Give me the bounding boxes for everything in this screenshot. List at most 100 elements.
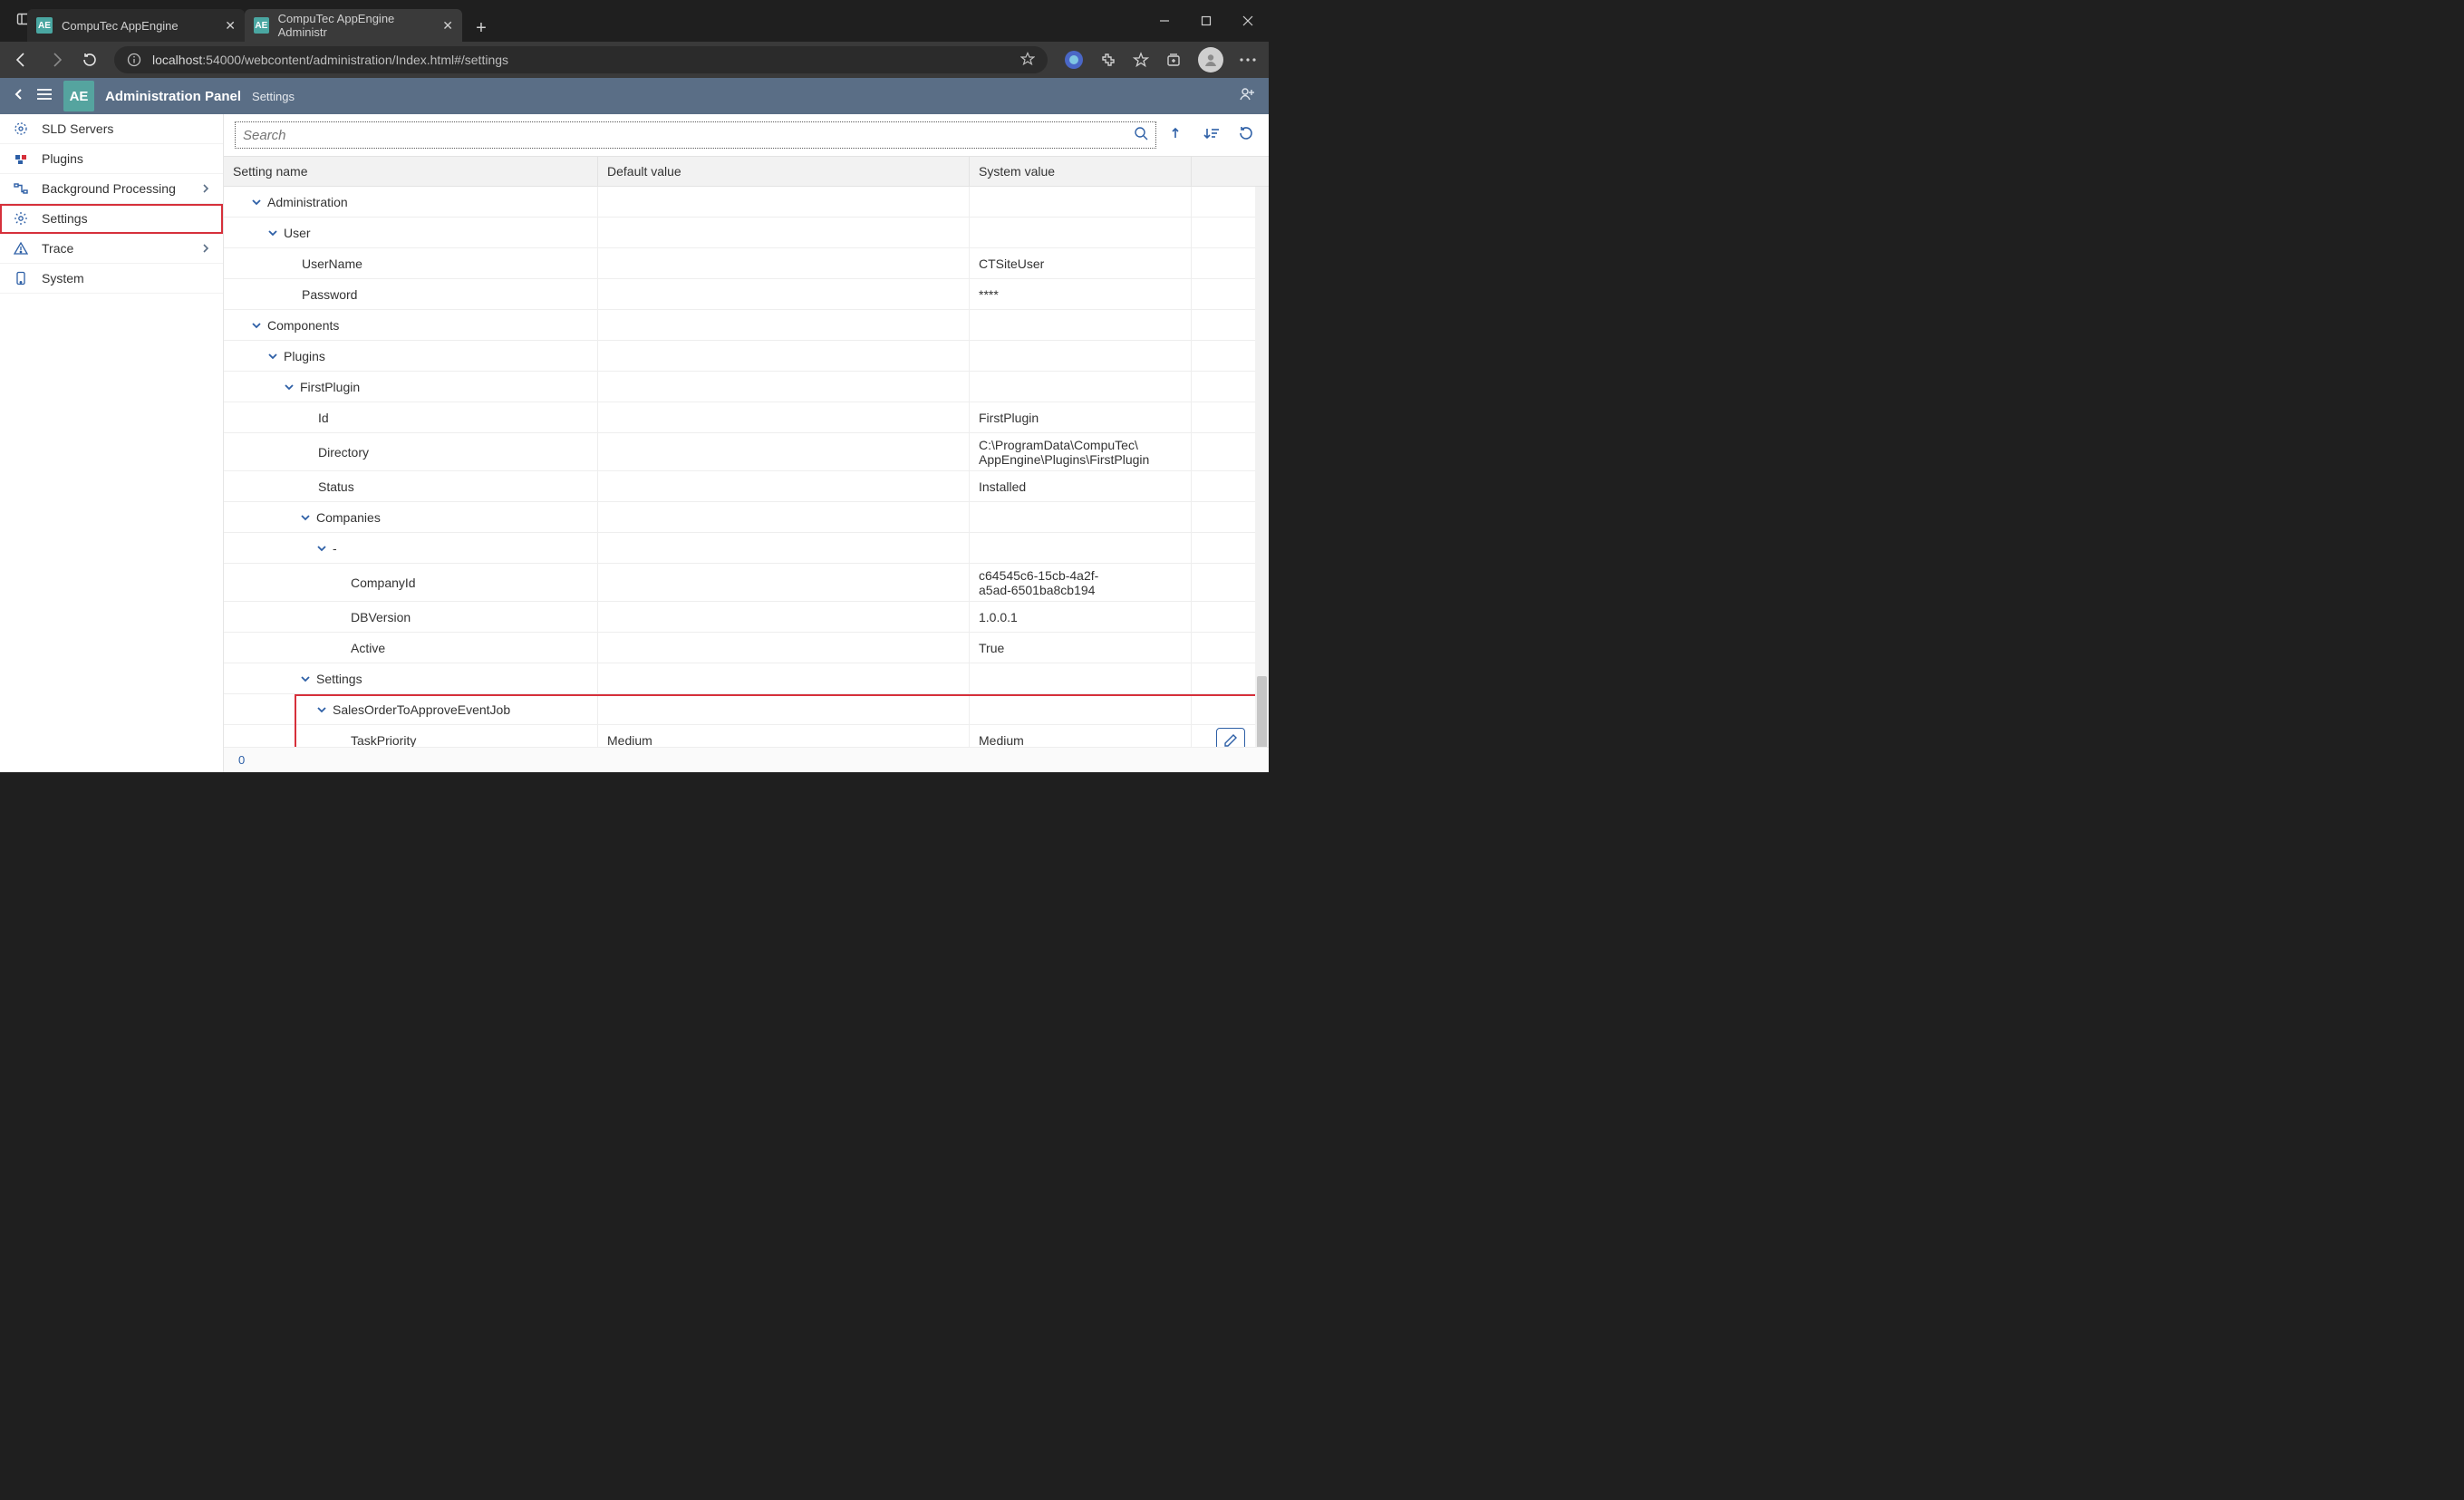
address-field[interactable]: localhost:54000/webcontent/administratio… — [114, 46, 1048, 73]
table-row[interactable]: DirectoryC:\ProgramData\CompuTec\AppEngi… — [224, 433, 1269, 471]
favorites-icon[interactable] — [1133, 52, 1149, 68]
system-value: a5ad-6501ba8cb194 — [979, 583, 1095, 597]
table-row[interactable]: Administration — [224, 187, 1269, 218]
group-label: User — [284, 226, 311, 240]
app-menu-button[interactable] — [36, 88, 53, 105]
chevron-down-icon[interactable] — [251, 320, 262, 331]
sidebar-item-label: Trace — [42, 241, 73, 256]
app-logo: AE — [63, 81, 94, 111]
table-row[interactable]: IdFirstPlugin — [224, 402, 1269, 433]
group-label: Administration — [267, 195, 348, 209]
col-header-system-value[interactable]: System value — [970, 157, 1192, 186]
setting-name: Password — [233, 287, 357, 302]
sidebar-item-label: Settings — [42, 211, 88, 226]
url-text: localhost:54000/webcontent/administratio… — [152, 53, 508, 67]
app-back-button[interactable] — [13, 88, 25, 105]
table-row[interactable]: UserNameCTSiteUser — [224, 248, 1269, 279]
sidebar-item-label: System — [42, 271, 84, 285]
group-label: - — [333, 541, 337, 556]
system-value: c64545c6-15cb-4a2f- — [979, 568, 1098, 583]
chevron-right-icon — [201, 181, 210, 196]
table-row[interactable]: Settings — [224, 663, 1269, 694]
chevron-right-icon — [201, 241, 210, 256]
col-header-setting-name[interactable]: Setting name — [224, 157, 598, 186]
setting-name: Id — [233, 411, 329, 425]
table-row[interactable]: - — [224, 533, 1269, 564]
window-close-button[interactable] — [1227, 0, 1269, 42]
profile-button[interactable] — [1198, 47, 1223, 73]
system-value: True — [979, 641, 1004, 655]
nav-forward-button[interactable] — [47, 51, 65, 69]
search-input[interactable] — [243, 128, 1134, 143]
table-row[interactable]: Plugins — [224, 341, 1269, 372]
sidebar-item-trace[interactable]: Trace — [0, 234, 223, 264]
chevron-down-icon[interactable] — [267, 351, 278, 362]
table-row[interactable]: Components — [224, 310, 1269, 341]
nav-refresh-button[interactable] — [82, 52, 98, 68]
collections-icon[interactable] — [1165, 52, 1182, 68]
table-row[interactable]: ActiveTrue — [224, 633, 1269, 663]
reload-button[interactable] — [1234, 121, 1258, 150]
sidebar-item-label: Background Processing — [42, 181, 176, 196]
favorite-icon[interactable] — [1020, 52, 1035, 69]
tab-title: CompuTec AppEngine — [62, 19, 179, 33]
sidebar-item-label: SLD Servers — [42, 121, 113, 136]
sidebar-item-settings[interactable]: Settings — [0, 204, 223, 234]
browser-tab[interactable]: AE CompuTec AppEngine Administr ✕ — [245, 9, 462, 42]
extensions-icon[interactable] — [1100, 52, 1116, 68]
close-tab-icon[interactable]: ✕ — [442, 18, 453, 34]
site-info-icon[interactable] — [127, 53, 141, 67]
tab-title: CompuTec AppEngine Administr — [278, 12, 434, 39]
user-switch-button[interactable] — [1238, 85, 1256, 108]
sidebar-item-label: Plugins — [42, 151, 83, 166]
browser-tab[interactable]: AE CompuTec AppEngine ✕ — [27, 9, 245, 42]
chevron-down-icon[interactable] — [300, 512, 311, 523]
chevron-down-icon[interactable] — [316, 704, 327, 715]
setting-name: TaskPriority — [233, 733, 416, 748]
sidebar-item-sld-servers[interactable]: SLD Servers — [0, 114, 223, 144]
table-row[interactable]: SalesOrderToApproveEventJob — [224, 694, 1269, 725]
sort-desc-button[interactable] — [1200, 122, 1223, 149]
table-row[interactable]: Password**** — [224, 279, 1269, 310]
browser-address-bar: localhost:54000/webcontent/administratio… — [0, 42, 1269, 78]
search-field[interactable] — [235, 121, 1156, 149]
sidebar-item-plugins[interactable]: Plugins — [0, 144, 223, 174]
nav-back-button[interactable] — [13, 51, 31, 69]
table-row[interactable]: CompanyIdc64545c6-15cb-4a2f-a5ad-6501ba8… — [224, 564, 1269, 602]
table-row[interactable]: Companies — [224, 502, 1269, 533]
chevron-down-icon[interactable] — [300, 673, 311, 684]
firefox-suggest-icon[interactable] — [1064, 50, 1084, 70]
scrollbar-thumb[interactable] — [1257, 676, 1267, 749]
chevron-down-icon[interactable] — [316, 543, 327, 554]
device-icon — [13, 271, 29, 285]
grid-body[interactable]: AdministrationUserUserNameCTSiteUserPass… — [224, 187, 1269, 772]
group-label: Companies — [316, 510, 381, 525]
chevron-down-icon[interactable] — [284, 382, 295, 392]
col-header-default-value[interactable]: Default value — [598, 157, 970, 186]
settings-icon — [13, 211, 29, 226]
system-value: Installed — [979, 479, 1026, 494]
new-tab-button[interactable]: + — [468, 15, 495, 42]
table-row[interactable]: FirstPlugin — [224, 372, 1269, 402]
close-tab-icon[interactable]: ✕ — [225, 18, 236, 34]
table-row[interactable]: StatusInstalled — [224, 471, 1269, 502]
browser-tabs: AE CompuTec AppEngine ✕ AE CompuTec AppE… — [27, 0, 495, 42]
sidebar-item-background-processing[interactable]: Background Processing — [0, 174, 223, 204]
chevron-down-icon[interactable] — [251, 197, 262, 208]
more-menu-icon[interactable] — [1240, 58, 1256, 62]
table-row[interactable]: User — [224, 218, 1269, 248]
group-label: Components — [267, 318, 339, 333]
search-icon[interactable] — [1134, 126, 1148, 145]
app-header: AE Administration Panel Settings — [0, 78, 1269, 114]
chevron-down-icon[interactable] — [267, 227, 278, 238]
window-minimize-button[interactable] — [1144, 0, 1185, 42]
setting-name: UserName — [233, 256, 362, 271]
sidebar-item-system[interactable]: System — [0, 264, 223, 294]
vertical-scrollbar[interactable] — [1255, 187, 1269, 747]
default-value: Medium — [607, 733, 652, 748]
window-maximize-button[interactable] — [1185, 0, 1227, 42]
content-toolbar — [224, 114, 1269, 156]
table-row[interactable]: DBVersion1.0.0.1 — [224, 602, 1269, 633]
group-label: Plugins — [284, 349, 325, 363]
sort-asc-button[interactable] — [1167, 122, 1189, 149]
